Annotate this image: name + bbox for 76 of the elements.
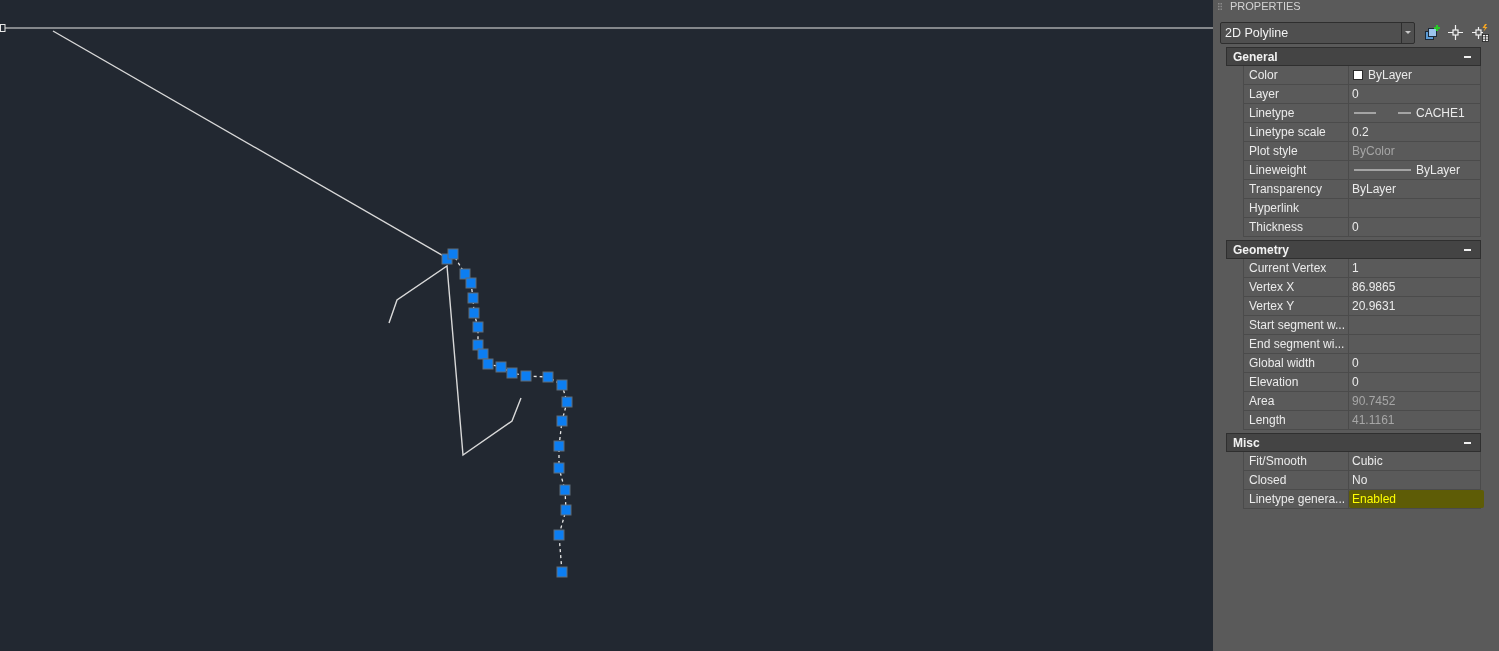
property-label: Global width bbox=[1243, 354, 1349, 373]
property-label: Thickness bbox=[1243, 218, 1349, 237]
panel-title: PROPERTIES bbox=[1230, 0, 1301, 13]
vertex-grip[interactable] bbox=[559, 484, 571, 496]
vertex-grip[interactable] bbox=[561, 396, 573, 408]
vertex-grip[interactable] bbox=[553, 440, 565, 452]
collapse-icon[interactable] bbox=[1464, 248, 1471, 251]
property-value[interactable]: 20.9631 bbox=[1352, 299, 1396, 313]
property-value[interactable]: 0.2 bbox=[1352, 125, 1369, 139]
vertex-grip[interactable] bbox=[467, 292, 479, 304]
property-label: Current Vertex bbox=[1243, 259, 1349, 278]
color-swatch-icon bbox=[1353, 70, 1363, 80]
vertex-grip[interactable] bbox=[468, 307, 480, 319]
vertex-grip[interactable] bbox=[465, 277, 477, 289]
selected-polyline[interactable] bbox=[441, 248, 573, 578]
vertex-grip[interactable] bbox=[482, 358, 494, 370]
vertex-grip[interactable] bbox=[472, 339, 484, 351]
property-label: Lineweight bbox=[1243, 161, 1349, 180]
vertex-grip[interactable] bbox=[556, 415, 568, 427]
property-value[interactable]: ByLayer bbox=[1368, 68, 1413, 82]
property-value[interactable]: 0 bbox=[1352, 356, 1359, 370]
collapse-icon[interactable] bbox=[1464, 55, 1471, 58]
property-value[interactable]: 0 bbox=[1352, 220, 1359, 234]
property-label: Linetype genera... bbox=[1243, 490, 1349, 509]
property-label: Fit/Smooth bbox=[1243, 452, 1349, 471]
property-label: Area bbox=[1243, 392, 1349, 411]
vertex-grip[interactable] bbox=[520, 370, 532, 382]
property-label: Layer bbox=[1243, 85, 1349, 104]
property-label: Start segment w... bbox=[1243, 316, 1349, 335]
property-value[interactable]: No bbox=[1352, 473, 1368, 487]
property-label: Closed bbox=[1243, 471, 1349, 490]
line-sample-icon bbox=[1354, 169, 1411, 171]
property-value[interactable]: Cubic bbox=[1352, 454, 1383, 468]
property-label: Color bbox=[1243, 66, 1349, 85]
vertex-grip[interactable] bbox=[477, 348, 489, 360]
grip-dots-icon[interactable] bbox=[1218, 3, 1222, 10]
vertex-grip[interactable] bbox=[553, 529, 565, 541]
property-label: Elevation bbox=[1243, 373, 1349, 392]
section-header[interactable]: Geometry bbox=[1226, 240, 1481, 259]
dashed-line-icon bbox=[1354, 112, 1411, 114]
vertex-grip[interactable] bbox=[553, 462, 565, 474]
property-label: Linetype scale bbox=[1243, 123, 1349, 142]
property-label: Plot style bbox=[1243, 142, 1349, 161]
vertex-grip[interactable] bbox=[495, 361, 507, 373]
section-header[interactable]: Misc bbox=[1226, 433, 1481, 452]
vertex-grip[interactable] bbox=[459, 268, 471, 280]
crosshair-bolt-icon[interactable] bbox=[1472, 23, 1489, 42]
property-value[interactable]: CACHE1 bbox=[1416, 106, 1465, 120]
property-label: Vertex Y bbox=[1243, 297, 1349, 316]
property-label: End segment wi... bbox=[1243, 335, 1349, 354]
squares-plus-icon[interactable] bbox=[1425, 24, 1440, 41]
vertex-grip[interactable] bbox=[506, 367, 518, 379]
vertex-grip[interactable] bbox=[556, 566, 568, 578]
property-label: Hyperlink bbox=[1243, 199, 1349, 218]
endpoint-square bbox=[0, 24, 6, 32]
caret-icon bbox=[1405, 31, 1411, 34]
property-label: Transparency bbox=[1243, 180, 1349, 199]
vertex-grip[interactable] bbox=[472, 321, 484, 333]
vertex-grip[interactable] bbox=[560, 504, 572, 516]
vertex-grip[interactable] bbox=[447, 248, 459, 260]
property-value[interactable]: 0 bbox=[1352, 375, 1359, 389]
vertex-grip[interactable] bbox=[556, 379, 568, 391]
property-label: Vertex X bbox=[1243, 278, 1349, 297]
property-value[interactable]: 0 bbox=[1352, 87, 1359, 101]
section-header[interactable]: General bbox=[1226, 47, 1481, 66]
property-value[interactable]: ByLayer bbox=[1352, 182, 1397, 196]
property-label: Linetype bbox=[1243, 104, 1349, 123]
crosshair-icon[interactable] bbox=[1448, 25, 1463, 40]
property-value[interactable]: Enabled bbox=[1352, 492, 1397, 506]
collapse-icon[interactable] bbox=[1464, 441, 1471, 444]
vertex-grip[interactable] bbox=[542, 371, 554, 383]
property-value[interactable]: 1 bbox=[1352, 261, 1359, 275]
property-label: Length bbox=[1243, 411, 1349, 430]
property-value[interactable]: 86.9865 bbox=[1352, 280, 1396, 294]
object-type-dropdown[interactable]: 2D Polyline bbox=[1220, 21, 1415, 44]
property-value[interactable]: ByLayer bbox=[1416, 163, 1461, 177]
